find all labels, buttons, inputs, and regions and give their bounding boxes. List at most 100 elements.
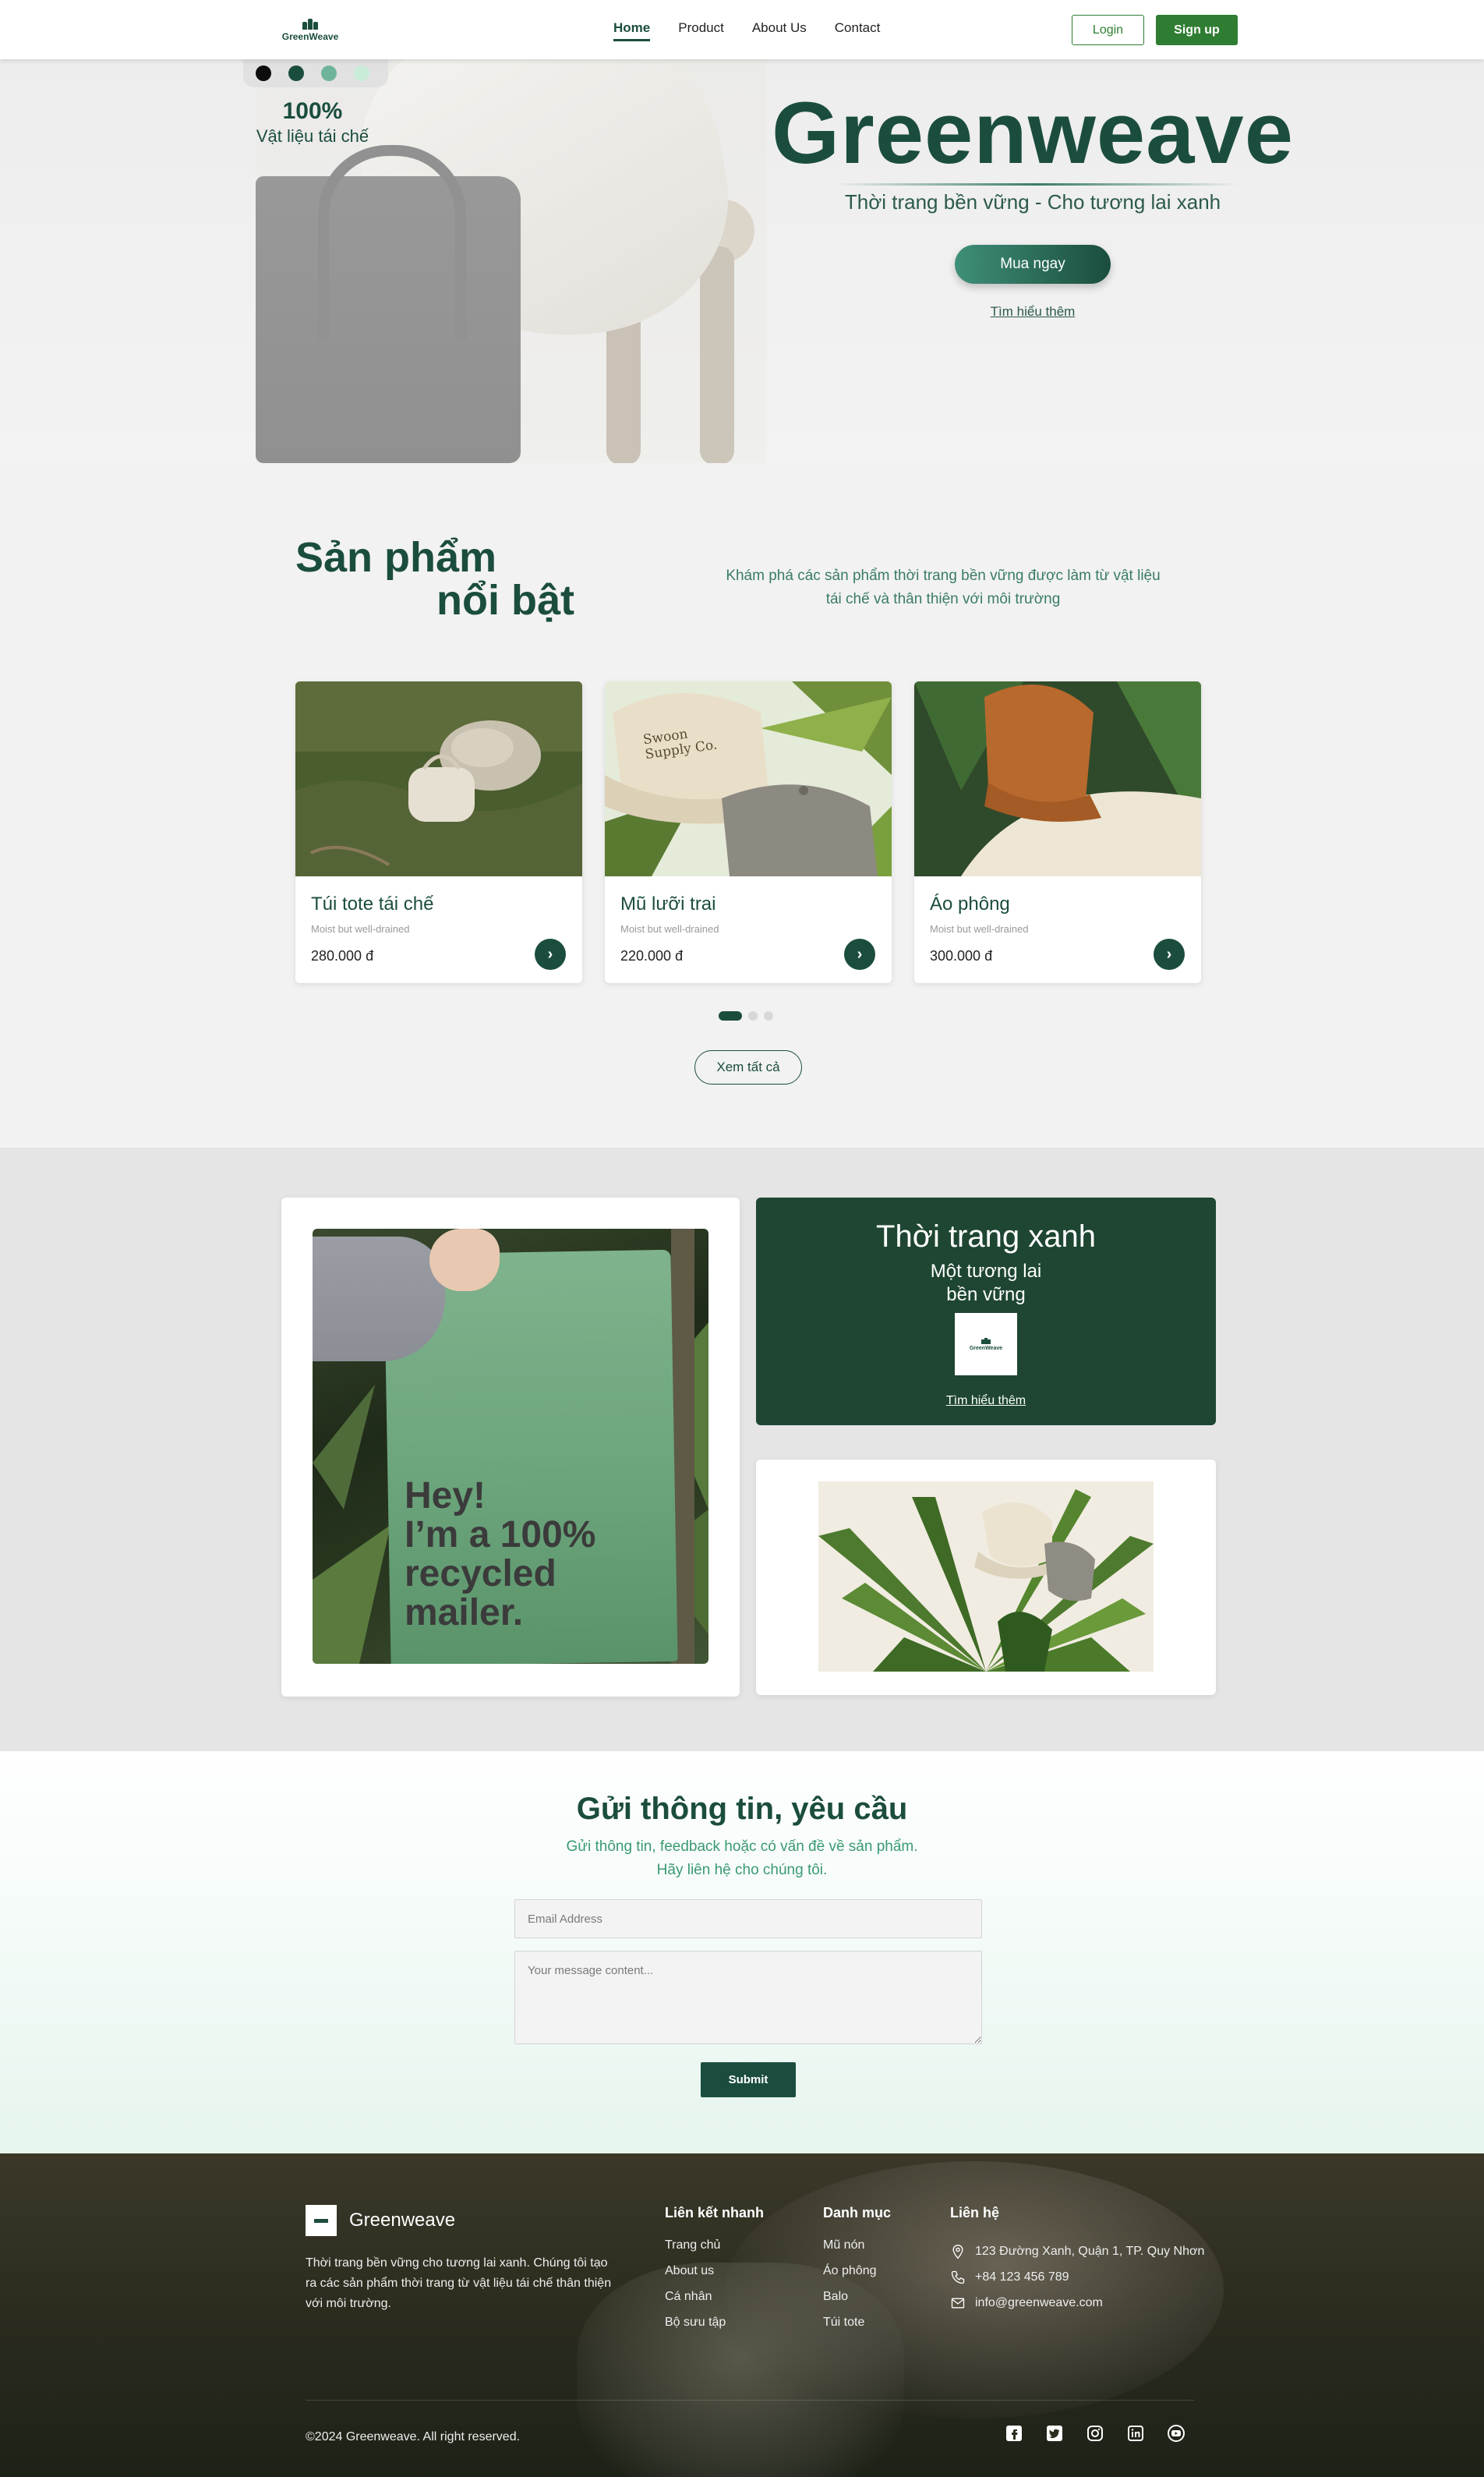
title-underline [834,183,1239,186]
column-title: Liên hệ [950,2205,1000,2220]
product-name: Mũ lưỡi trai [620,893,716,915]
product-card[interactable]: Áo phông Moist but well-drained 300.000 … [914,681,1201,983]
footer-link-collection[interactable]: Bộ sưu tập [665,2316,764,2341]
quick-links-column: Liên kết nhanh Trang chủ About us Cá nhâ… [665,2205,764,2341]
stat-value: 100% [282,98,343,124]
product-price: 280.000 đ [311,948,374,964]
instagram-icon[interactable] [1085,2423,1105,2443]
footer-logo-icon[interactable] [306,2205,337,2236]
footer-link-about[interactable]: About us [665,2264,764,2290]
swatch-sage[interactable] [321,65,337,81]
green-fashion-card: Thời trang xanh Một tương lai bền vững G… [756,1198,1216,1425]
contact-subtitle: Gửi thông tin, feedback hoặc có vấn đề v… [0,1835,1484,1882]
carousel-dot[interactable] [764,1011,773,1021]
footer-link-home[interactable]: Trang chủ [665,2238,764,2264]
swatch-dark-green[interactable] [288,65,304,81]
color-swatch-picker [243,59,388,87]
categories-column: Danh mục Mũ nón Áo phông Balo Túi tote [823,2205,891,2341]
hand [429,1229,500,1291]
swatch-mint[interactable] [354,65,369,81]
contact-title: Gửi thông tin, yêu cầu [576,1792,908,1826]
footer-link-backpacks[interactable]: Balo [823,2290,891,2316]
product-price: 220.000 đ [620,948,684,964]
subtitle-line: bền vững [946,1284,1026,1305]
carousel-dot[interactable] [719,1011,742,1021]
contact-section: Gửi thông tin, yêu cầu Gửi thông tin, fe… [0,1751,1484,2153]
stat-label: Vật liệu tái chế [256,126,369,146]
product-name: Túi tote tái chế [311,893,434,915]
hero-section: 100% Vật liệu tái chế Greenweave Thời tr… [0,59,1484,463]
product-subtitle: Moist but well-drained [620,923,719,935]
logo-text: GreenWeave [281,31,339,42]
twitter-icon[interactable] [1044,2423,1065,2443]
copyright-text: ©2024 Greenweave. All right reserved. [306,2430,521,2443]
product-card[interactable]: Swoon Supply Co. Mũ lưỡi trai Moist but … [605,681,892,983]
chevron-right-icon[interactable]: › [1154,939,1185,970]
featured-products-section: Sản phẩm nổi bật Khám phá các sản phẩm t… [0,463,1484,1148]
recycled-stat: 100% Vật liệu tái chế [249,98,376,147]
column-title: Danh mục [823,2205,892,2220]
promo-grid-section: Hey! I’m a 100% recycled mailer. Thời tr… [0,1148,1484,1751]
nav-link-product[interactable]: Product [678,20,724,41]
login-button[interactable]: Login [1072,15,1144,45]
mailer-print-text: Hey! I’m a 100% recycled mailer. [405,1475,596,1633]
recycled-mailer-photo: Hey! I’m a 100% recycled mailer. [313,1229,708,1664]
nav-link-contact[interactable]: Contact [835,20,881,41]
section-title-line1: Sản phẩm [295,534,497,581]
chevron-right-icon[interactable]: › [844,939,875,970]
product-subtitle: Moist but well-drained [311,923,410,935]
map-pin-icon [952,2244,963,2259]
product-card[interactable]: Túi tote tái chế Moist but well-drained … [295,681,582,983]
brand-logo-small: GreenWeave [955,1313,1017,1375]
nav-link-home[interactable]: Home [613,20,651,41]
carousel-dot[interactable] [748,1011,758,1021]
brand-logo[interactable]: GreenWeave [276,16,344,45]
footer-link-hats[interactable]: Mũ nón [823,2238,891,2264]
linkedin-icon[interactable] [1125,2423,1146,2443]
hero-title: Greenweave [772,84,1294,182]
social-links [1004,2423,1186,2443]
learn-more-link[interactable]: Tìm hiểu thêm [756,1394,1216,1408]
footer-link-personal[interactable]: Cá nhân [665,2290,764,2316]
youtube-icon[interactable] [1166,2423,1186,2443]
buy-now-button[interactable]: Mua ngay [955,245,1111,284]
mail-icon [951,2298,965,2308]
footer-link-tshirts[interactable]: Áo phông [823,2264,891,2290]
phone-text[interactable]: +84 123 456 789 [975,2270,1069,2284]
email-text[interactable]: info@greenweave.com [975,2296,1103,2310]
nav-link-about[interactable]: About Us [752,20,807,41]
message-textarea[interactable] [514,1951,982,2044]
subtitle-line: Hãy liên hệ cho chúng tôi. [656,1862,828,1878]
chevron-right-icon[interactable]: › [535,939,566,970]
subtitle-line: Gửi thông tin, feedback hoặc có vấn đề v… [566,1838,918,1855]
logo-mark-icon [300,19,320,30]
learn-more-link[interactable]: Tìm hiểu thêm [955,304,1111,320]
signup-button[interactable]: Sign up [1156,15,1238,45]
submit-button[interactable]: Submit [701,2062,796,2097]
phone-icon [951,2270,965,2284]
section-title-line2: nổi bật [436,577,574,624]
phone-row: +84 123 456 789 [950,2264,1204,2290]
footer-link-totes[interactable]: Túi tote [823,2316,891,2341]
product-name: Áo phông [930,893,1010,915]
hero-subtitle: Thời trang bền vững - Cho tương lai xanh [844,190,1221,214]
product-subtitle: Moist but well-drained [930,923,1029,935]
top-navbar: GreenWeave Home Product About Us Contact… [0,0,1484,59]
product-image-tshirt [914,681,1201,876]
site-footer: Greenweave Thời trang bền vững cho tương… [0,2153,1484,2477]
footer-brand: Greenweave [349,2210,456,2231]
section-description: Khám phá các sản phẩm thời trang bền vữn… [726,568,1161,607]
logo-text: GreenWeave [969,1345,1003,1351]
green-card-title: Thời trang xanh [876,1219,1096,1254]
email-row: info@greenweave.com [950,2290,1204,2316]
main-nav: Home Product About Us Contact [613,20,880,41]
contact-column: Liên hệ 123 Đường Xanh, Quận 1, TP. Quy … [950,2205,1204,2316]
email-input[interactable] [514,1899,982,1938]
cap-photo-card [756,1460,1216,1695]
green-card-subtitle: Một tương lai bền vững [756,1260,1216,1307]
swatch-black[interactable] [256,65,271,81]
facebook-icon[interactable] [1004,2423,1024,2443]
view-all-button[interactable]: Xem tất cả [694,1050,802,1085]
footer-description: Thời trang bền vững cho tương lai xanh. … [306,2256,612,2310]
carousel-pagination [719,1011,773,1021]
